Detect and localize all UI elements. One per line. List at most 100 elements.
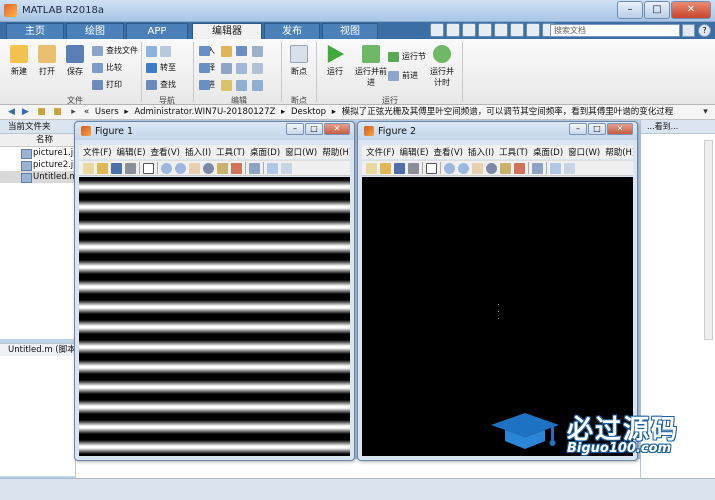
breadcrumb-desktop[interactable]: Desktop (291, 107, 326, 117)
figure-title-bar[interactable]: Figure 1 – □ ✕ (75, 122, 354, 140)
paste-icon[interactable] (478, 23, 492, 37)
decrease-indent-icon[interactable] (252, 80, 263, 91)
data-cursor-icon[interactable] (217, 162, 228, 174)
browse-folder-icon[interactable]: ■ (52, 107, 63, 118)
undo-icon[interactable] (494, 23, 508, 37)
list-item[interactable]: Untitled.m (0, 171, 75, 183)
uncomment-icon[interactable] (252, 63, 263, 74)
colorbar-icon[interactable] (267, 162, 278, 174)
chevron-down-icon[interactable]: ▾ (700, 107, 711, 118)
close-button[interactable]: ✕ (324, 123, 350, 135)
link-plot-icon[interactable] (532, 162, 543, 174)
minimize-button[interactable]: – (617, 1, 643, 19)
insert-function-icon[interactable] (252, 46, 263, 57)
tab-publish[interactable]: 发布 (264, 23, 320, 39)
insert-label[interactable]: 插入 (199, 45, 215, 57)
wrap-comments-icon[interactable] (236, 63, 247, 74)
comment-percent-icon[interactable] (221, 63, 232, 74)
menu-help[interactable]: 帮助(H) (322, 146, 350, 158)
run-and-advance-button[interactable]: 运行并前进 (354, 45, 388, 88)
search-input[interactable]: 搜索文档 (550, 24, 680, 37)
tab-apps[interactable]: APP (126, 23, 188, 39)
back-icon[interactable]: ◀ (6, 107, 17, 118)
save-icon[interactable] (430, 23, 444, 37)
zoom-in-icon[interactable] (444, 162, 455, 174)
menu-tools[interactable]: 工具(T) (499, 146, 528, 158)
zoom-out-icon[interactable] (458, 162, 469, 174)
menu-desktop[interactable]: 桌面(D) (250, 146, 280, 158)
data-cursor-icon[interactable] (500, 162, 511, 174)
open-button[interactable]: 打开 (32, 45, 62, 77)
menu-view[interactable]: 查看(V) (434, 146, 463, 158)
smart-indent-icon[interactable] (221, 80, 232, 91)
menu-file[interactable]: 文件(F) (366, 146, 395, 158)
tab-editor[interactable]: 编辑器 (192, 23, 262, 40)
link-plot-icon[interactable] (249, 162, 260, 174)
legend-icon[interactable] (564, 162, 575, 174)
find-button[interactable]: 查找 (146, 79, 176, 91)
print-button[interactable]: 打印 (92, 79, 122, 91)
figure-1-window[interactable]: Figure 1 – □ ✕ 文件(F) 编辑(E) 查看(V) 插入(I) 工… (74, 121, 355, 461)
save-figure-icon[interactable] (111, 162, 122, 174)
column-header-name[interactable]: 名称 (0, 134, 75, 147)
save-figure-icon[interactable] (394, 162, 405, 174)
menu-help[interactable]: 帮助(H) (605, 146, 633, 158)
menu-edit[interactable]: 编辑(E) (400, 146, 429, 158)
menu-view[interactable]: 查看(V) (151, 146, 180, 158)
save-button[interactable]: 保存 (60, 45, 90, 77)
redo-icon[interactable] (510, 23, 524, 37)
menu-insert[interactable]: 插入(I) (468, 146, 494, 158)
up-folder-icon[interactable]: ■ (36, 107, 47, 118)
comment-label[interactable]: 注释 (199, 62, 215, 74)
maximize-button[interactable]: □ (588, 123, 606, 135)
close-button[interactable]: ✕ (671, 1, 711, 19)
tab-plots[interactable]: 绘图 (66, 23, 124, 39)
breadcrumb-users[interactable]: Users (95, 107, 119, 117)
zoom-out-icon[interactable] (175, 162, 186, 174)
list-item[interactable]: picture2.jpg (0, 159, 75, 171)
tab-view[interactable]: 视图 (322, 23, 378, 39)
minimize-button[interactable]: – (569, 123, 587, 135)
breadcrumb-administrator[interactable]: Administrator.WIN7U-20180127Z (134, 107, 275, 117)
run-section-button[interactable]: 运行节 (388, 51, 426, 63)
increase-indent-icon[interactable] (236, 80, 247, 91)
cut-icon[interactable] (446, 23, 460, 37)
pointer-icon[interactable] (143, 162, 154, 174)
brush-icon[interactable] (514, 162, 525, 174)
run-button[interactable]: 运行 (320, 45, 350, 77)
print-icon[interactable] (125, 162, 136, 174)
minimize-button[interactable]: – (286, 123, 304, 135)
forward-icon[interactable]: ▶ (20, 107, 31, 118)
open-file-icon[interactable] (380, 162, 391, 174)
menu-desktop[interactable]: 桌面(D) (533, 146, 563, 158)
breakpoints-button[interactable]: 断点 (284, 45, 314, 77)
pan-hand-icon[interactable] (472, 162, 483, 174)
list-item[interactable]: picture1.jpg (0, 147, 75, 159)
menu-window[interactable]: 窗口(W) (568, 146, 600, 158)
help-button[interactable]: ? (698, 24, 711, 37)
find-files-button[interactable]: 查找文件 (92, 45, 138, 57)
figure-title-bar[interactable]: Figure 2 – □ ✕ (358, 122, 637, 140)
maximize-button[interactable]: □ (305, 123, 323, 135)
colorbar-icon[interactable] (550, 162, 561, 174)
legend-icon[interactable] (281, 162, 292, 174)
close-button[interactable]: ✕ (607, 123, 633, 135)
menu-edit[interactable]: 编辑(E) (117, 146, 146, 158)
menu-file[interactable]: 文件(F) (83, 146, 112, 158)
zoom-in-icon[interactable] (161, 162, 172, 174)
menu-tools[interactable]: 工具(T) (216, 146, 245, 158)
maximize-button[interactable]: □ (644, 1, 670, 19)
pan-hand-icon[interactable] (189, 162, 200, 174)
pointer-icon[interactable] (426, 162, 437, 174)
scrollbar[interactable] (704, 140, 713, 340)
forward-arrow-icon[interactable] (160, 46, 171, 57)
menu-window[interactable]: 窗口(W) (285, 146, 317, 158)
new-figure-icon[interactable] (83, 162, 94, 174)
rotate-3d-icon[interactable] (486, 162, 497, 174)
back-arrow-icon[interactable] (146, 46, 157, 57)
breadcrumb[interactable]: « Users ▸ Administrator.WIN7U-20180127Z … (84, 106, 676, 119)
advance-button[interactable]: 前进 (388, 70, 418, 82)
print-icon[interactable] (408, 162, 419, 174)
tab-home[interactable]: 主页 (6, 23, 64, 39)
compare-button[interactable]: 比较 (92, 62, 122, 74)
